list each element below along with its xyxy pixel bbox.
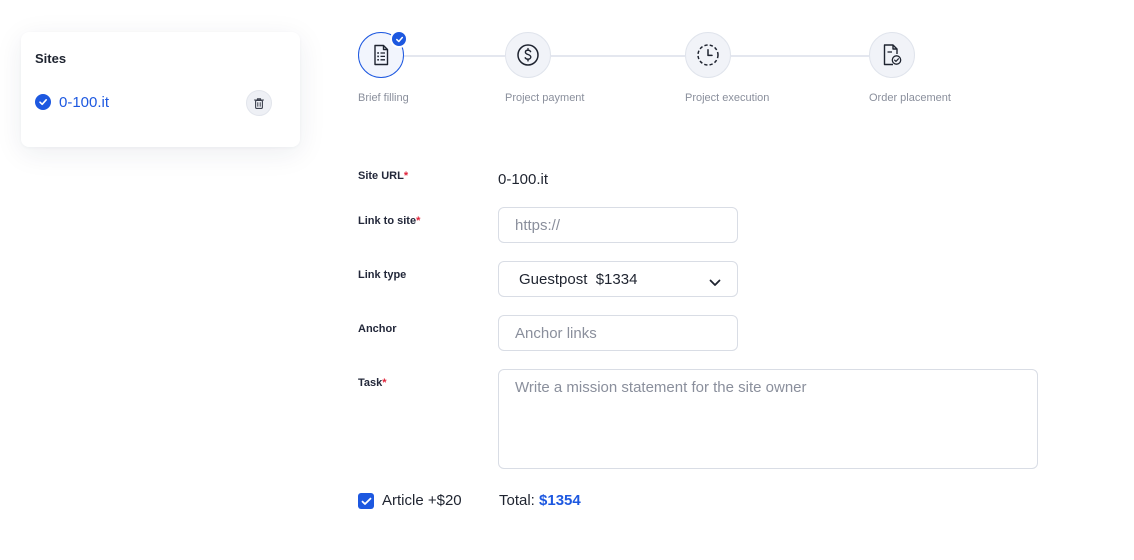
total-label: Total:	[499, 492, 535, 509]
document-check-icon	[883, 44, 902, 66]
link-to-site-label: Link to site*	[358, 215, 421, 227]
anchor-label: Anchor	[358, 323, 397, 335]
link-type-select[interactable]: Guestpost $1334	[498, 261, 738, 297]
link-type-label: Link type	[358, 269, 407, 281]
step-connector	[731, 55, 869, 57]
article-checkbox[interactable]	[358, 493, 374, 509]
site-item[interactable]: 0-100.it	[35, 90, 272, 116]
dollar-coin-icon	[517, 44, 539, 66]
progress-stepper: Brief filling Project payment Project ex…	[358, 30, 978, 112]
step-label: Project payment	[505, 92, 585, 104]
delete-site-button[interactable]	[246, 90, 272, 116]
task-label: Task*	[358, 377, 387, 389]
check-badge-icon	[390, 30, 408, 48]
step-connector	[551, 55, 685, 57]
link-type-value: Guestpost $1334	[519, 271, 638, 288]
site-url-label: Site URL*	[358, 170, 409, 182]
sites-panel: Sites 0-100.it	[21, 32, 300, 147]
site-name[interactable]: 0-100.it	[59, 94, 109, 111]
link-to-site-input[interactable]	[498, 207, 738, 243]
check-icon	[361, 497, 371, 505]
document-list-icon	[374, 44, 389, 66]
step-label: Order placement	[869, 92, 951, 104]
sites-title: Sites	[35, 51, 67, 66]
total-amount: $1354	[539, 492, 581, 509]
order-total: Total: $1354	[499, 492, 581, 509]
check-circle-icon[interactable]	[35, 94, 51, 110]
task-textarea[interactable]	[498, 369, 1038, 469]
article-option-label[interactable]: Article +$20	[382, 492, 462, 509]
step-label: Project execution	[685, 92, 770, 104]
trash-icon	[253, 97, 265, 109]
clock-icon	[697, 44, 719, 66]
step-connector	[404, 55, 505, 57]
site-url-value: 0-100.it	[498, 171, 549, 188]
step-label: Brief filling	[358, 92, 409, 104]
anchor-input[interactable]	[498, 315, 738, 351]
chevron-down-icon[interactable]	[709, 274, 721, 292]
